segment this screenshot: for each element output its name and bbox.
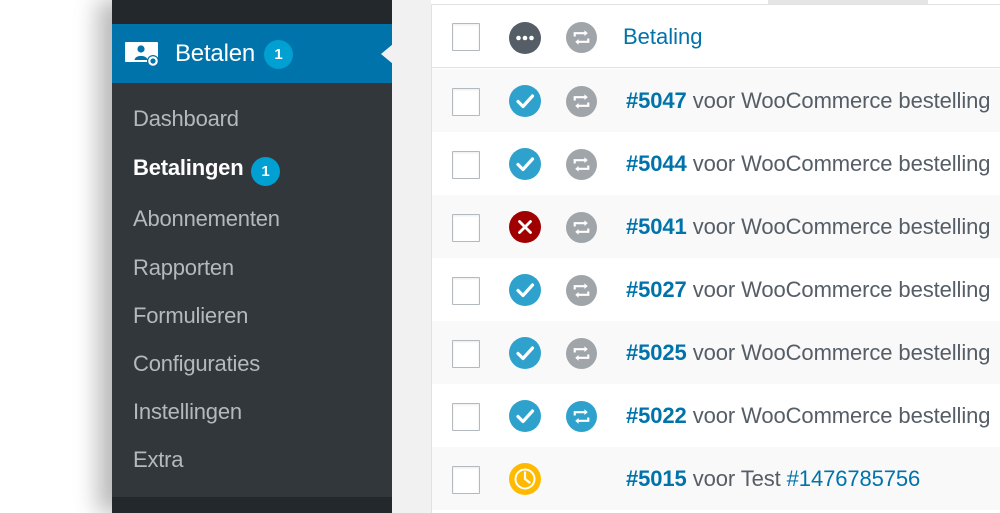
recurring-icon bbox=[566, 22, 597, 53]
table-row: #5044 voor WooCommerce bestelling bbox=[432, 132, 1000, 195]
submenu-item-instellingen[interactable]: Instellingen bbox=[133, 399, 242, 425]
payment-number-link[interactable]: #5041 bbox=[626, 214, 687, 239]
payment-title: #5022 voor WooCommerce bestelling bbox=[626, 402, 990, 430]
menu-item-betalen[interactable]: Betalen 1 bbox=[112, 24, 393, 83]
table-row: #5047 voor WooCommerce bestelling bbox=[432, 69, 1000, 132]
table-row: #5025 voor WooCommerce bestelling bbox=[432, 321, 1000, 384]
payment-description: voor WooCommerce bestelling bbox=[686, 88, 991, 113]
success-check-icon bbox=[509, 148, 541, 180]
payment-number-link[interactable]: #5025 bbox=[626, 340, 687, 365]
row-checkbox[interactable] bbox=[452, 466, 480, 494]
submenu-item-configuraties[interactable]: Configuraties bbox=[133, 351, 260, 377]
submenu-item-betalingen[interactable]: Betalingen bbox=[133, 155, 244, 181]
column-title-betaling[interactable]: Betaling bbox=[623, 23, 703, 51]
menu-label: Betalen bbox=[175, 40, 255, 67]
payment-title: #5015 voor Test #1476785756 bbox=[626, 465, 920, 493]
payment-description: voor WooCommerce bestelling bbox=[686, 340, 991, 365]
payment-number-link[interactable]: #5047 bbox=[626, 88, 687, 113]
failed-cross-icon bbox=[509, 211, 541, 243]
row-checkbox[interactable] bbox=[452, 214, 480, 242]
success-check-icon bbox=[509, 274, 541, 306]
content-background bbox=[392, 0, 431, 513]
payment-description: voor WooCommerce bestelling bbox=[686, 277, 991, 302]
payment-title: #5044 voor WooCommerce bestelling bbox=[626, 150, 990, 178]
payment-number-link[interactable]: #5044 bbox=[626, 151, 687, 176]
success-check-icon bbox=[509, 400, 541, 432]
sidebar-top-edge bbox=[112, 0, 392, 24]
payment-description: voor Test bbox=[686, 466, 787, 491]
recurring-active-icon bbox=[566, 401, 597, 432]
payment-title: #5047 voor WooCommerce bestelling bbox=[626, 87, 990, 115]
recurring-icon bbox=[566, 275, 597, 306]
recurring-icon bbox=[566, 149, 597, 180]
select-all-checkbox[interactable] bbox=[452, 23, 480, 51]
table-header-row: Betaling bbox=[432, 5, 1000, 68]
table-row: #5041 voor WooCommerce bestelling bbox=[432, 195, 1000, 258]
submenu-item-extra[interactable]: Extra bbox=[133, 447, 184, 473]
row-checkbox[interactable] bbox=[452, 340, 480, 368]
row-checkbox[interactable] bbox=[452, 88, 480, 116]
page-background bbox=[0, 0, 112, 513]
order-link[interactable]: #1476785756 bbox=[787, 466, 921, 491]
success-check-icon bbox=[509, 85, 541, 117]
payment-description: voor WooCommerce bestelling bbox=[686, 214, 991, 239]
payment-title: #5025 voor WooCommerce bestelling bbox=[626, 339, 990, 367]
success-check-icon bbox=[509, 337, 541, 369]
submenu-item-formulieren[interactable]: Formulieren bbox=[133, 303, 248, 329]
submenu-item-rapporten[interactable]: Rapporten bbox=[133, 255, 234, 281]
payment-description: voor WooCommerce bestelling bbox=[686, 151, 991, 176]
table-row: #5027 voor WooCommerce bestelling bbox=[432, 258, 1000, 321]
pending-clock-icon bbox=[509, 463, 541, 495]
table-row: #5015 voor Test #1476785756 bbox=[432, 447, 1000, 510]
payments-table: Betaling #5047 voor WooCommerce bestelli… bbox=[431, 4, 1000, 513]
table-row: #5022 voor WooCommerce bestelling bbox=[432, 384, 1000, 447]
submenu-item-dashboard[interactable]: Dashboard bbox=[133, 106, 239, 132]
admin-sidebar: Betalen 1 Dashboard Betalingen 1 Abonnem… bbox=[112, 0, 393, 513]
payment-number-link[interactable]: #5022 bbox=[626, 403, 687, 428]
submenu-count-badge: 1 bbox=[251, 157, 280, 186]
submenu-item-abonnementen[interactable]: Abonnementen bbox=[133, 206, 280, 232]
payment-title: #5027 voor WooCommerce bestelling bbox=[626, 276, 990, 304]
row-checkbox[interactable] bbox=[452, 151, 480, 179]
payment-number-link[interactable]: #5015 bbox=[626, 466, 687, 491]
payment-number-link[interactable]: #5027 bbox=[626, 277, 687, 302]
sidebar-bottom-edge bbox=[112, 497, 392, 513]
payment-title: #5041 voor WooCommerce bestelling bbox=[626, 213, 990, 241]
payment-user-icon bbox=[125, 42, 159, 67]
recurring-icon bbox=[566, 86, 597, 117]
payment-description: voor WooCommerce bestelling bbox=[686, 403, 991, 428]
recurring-icon bbox=[566, 338, 597, 369]
menu-count-badge: 1 bbox=[264, 40, 293, 69]
row-checkbox[interactable] bbox=[452, 403, 480, 431]
recurring-icon bbox=[566, 212, 597, 243]
row-checkbox[interactable] bbox=[452, 277, 480, 305]
more-dots-icon bbox=[509, 22, 541, 54]
